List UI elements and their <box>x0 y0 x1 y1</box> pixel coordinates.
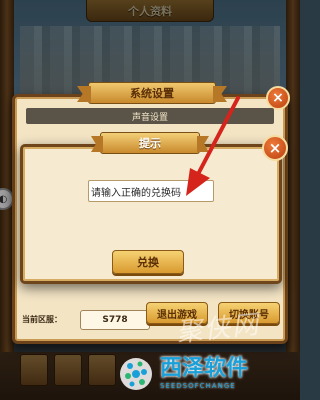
sound-settings-header: 声音设置 <box>26 108 274 124</box>
settings-close-button[interactable]: × <box>266 86 290 110</box>
brand-url: SEEDSOFCHANGE <box>160 382 236 390</box>
brand-watermark: 西泽软件 SEEDSOFCHANGE <box>118 348 300 400</box>
redeem-code-input[interactable]: 请输入正确的兑换码 <box>88 180 214 202</box>
close-icon: × <box>272 90 284 106</box>
close-icon: × <box>268 139 282 157</box>
region-value: S778 <box>80 310 150 330</box>
brand-logo-icon <box>120 358 152 390</box>
prompt-close-button[interactable]: × <box>262 135 288 161</box>
prompt-dialog-title: 提示 <box>100 132 200 154</box>
settings-dialog-title: 系统设置 <box>88 82 216 104</box>
region-label: 当前区服： <box>22 315 62 324</box>
redeem-button[interactable]: 兑换 <box>112 250 184 274</box>
brand-name: 西泽软件 <box>160 356 249 381</box>
